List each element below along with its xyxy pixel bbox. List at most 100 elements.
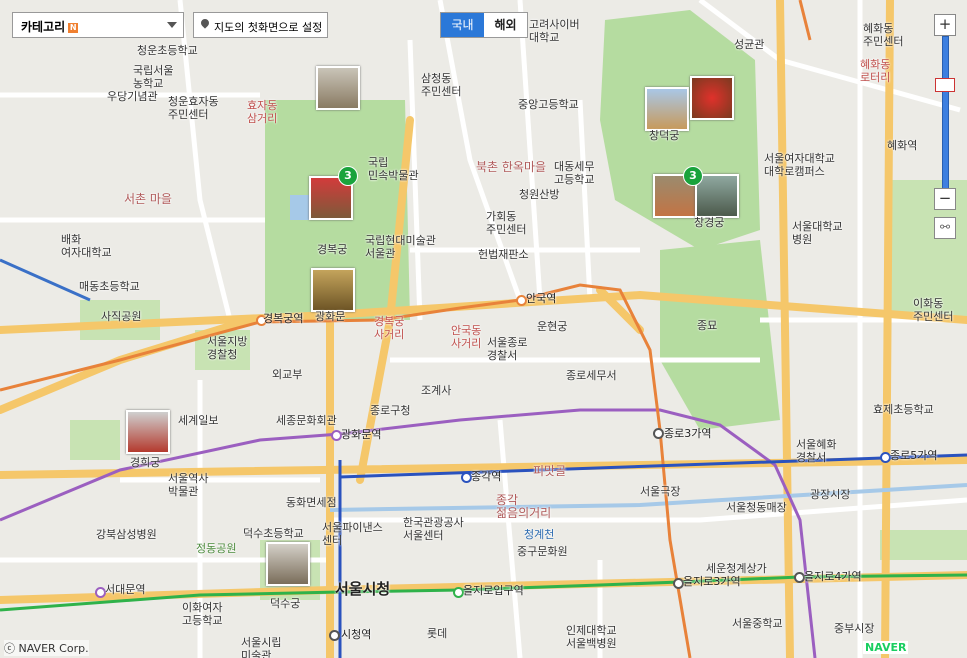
photo-marker-gyeonghuigung[interactable] <box>126 410 170 454</box>
place-label[interactable]: 서울지방 경찰청 <box>207 335 247 361</box>
place-label[interactable]: 청운효자동 주민센터 <box>168 95 219 121</box>
place-label[interactable]: 이화동 주민센터 <box>913 297 953 323</box>
photo-marker-gwanghwamun[interactable] <box>311 268 355 312</box>
place-label[interactable]: 사직공원 <box>101 310 141 323</box>
place-label[interactable]: 서대문역 <box>105 583 145 596</box>
place-label[interactable]: 동화면세점 <box>286 496 337 509</box>
place-label[interactable]: 우당기념관 <box>107 90 158 103</box>
place-label[interactable]: 국립현대미술관 서울관 <box>365 234 436 260</box>
place-label[interactable]: 매동초등학교 <box>79 280 140 293</box>
place-label[interactable]: 서울극장 <box>640 485 680 498</box>
place-label[interactable]: 덕수초등학교 <box>243 527 304 540</box>
station-label[interactable]: 종로3가역 <box>664 427 711 440</box>
place-label[interactable]: 롯데 <box>427 627 447 640</box>
place-label[interactable]: 외교부 <box>272 368 302 381</box>
place-label[interactable]: 성균관 <box>734 38 764 51</box>
station-label[interactable]: 안국역 <box>526 292 556 305</box>
station-label[interactable]: 종각역 <box>471 470 501 483</box>
cluster-count-badge[interactable]: 3 <box>683 166 703 186</box>
place-label[interactable]: 광장시장 <box>810 488 850 501</box>
photo-marker-changdeokgung[interactable] <box>645 87 689 131</box>
region-tabs: 국내 해외 <box>440 12 528 38</box>
station-marker[interactable] <box>329 630 340 641</box>
place-label[interactable]: 덕수궁 <box>270 597 300 610</box>
photo-marker-deoksugung[interactable] <box>266 542 310 586</box>
station-label[interactable]: 경복궁역 <box>263 312 303 325</box>
place-label[interactable]: 청원산방 <box>519 188 559 201</box>
place-label[interactable]: 삼청동 주민센터 <box>421 72 461 98</box>
station-label[interactable]: 광화문역 <box>341 428 381 441</box>
place-label[interactable]: 창경궁 <box>694 216 724 229</box>
place-label[interactable]: 헌법재판소 <box>478 248 529 261</box>
place-label[interactable]: 국립서울 농학교 <box>133 64 173 90</box>
station-label[interactable]: 을지로4가역 <box>804 570 862 583</box>
place-label[interactable]: 정동공원 <box>196 542 236 555</box>
category-dropdown[interactable]: 카테고리 N <box>12 12 184 38</box>
place-label[interactable]: 종로세무서 <box>566 369 617 382</box>
place-label[interactable]: 운현궁 <box>537 320 567 333</box>
place-label[interactable]: 창덕궁 <box>649 129 679 142</box>
place-label[interactable]: 중부시장 <box>834 622 874 635</box>
place-label[interactable]: 종로구청 <box>370 404 410 417</box>
place-label[interactable]: 대동세무 고등학교 <box>554 160 594 186</box>
place-label[interactable]: 서울시립 미술관 <box>241 636 281 658</box>
copyright-text: ⓒ NAVER Corp. <box>4 640 89 656</box>
place-label[interactable]: 배화 여자대학교 <box>61 233 112 259</box>
area-label: 서촌 마을 <box>124 192 172 206</box>
station-label[interactable]: 종로5가역 <box>890 449 937 462</box>
photo-marker-flower[interactable] <box>690 76 734 120</box>
place-label[interactable]: 서울중학교 <box>732 617 783 630</box>
set-initial-view-button[interactable]: 지도의 첫화면으로 설정 <box>193 12 328 38</box>
place-label[interactable]: 혜화역 <box>887 139 917 152</box>
place-label[interactable]: 서울여자대학교 대학로캠퍼스 <box>764 152 835 178</box>
cluster-count-badge[interactable]: 3 <box>338 166 358 186</box>
place-label[interactable]: 서울청동매장 <box>726 501 787 514</box>
map-canvas[interactable]: 3 3 경복궁 창덕궁 창경궁 광화문 종묘 경희궁 덕수궁 국립 민속박물관 … <box>0 0 967 658</box>
place-label[interactable]: 청운초등학교 <box>137 44 198 57</box>
place-label[interactable]: 중앙고등학교 <box>518 98 579 111</box>
place-label[interactable]: 종묘 <box>697 319 717 332</box>
place-label[interactable]: 경희궁 <box>130 456 160 469</box>
place-label[interactable]: 서울대학교 병원 <box>792 220 843 246</box>
tab-overseas[interactable]: 해외 <box>484 13 527 37</box>
place-label: 안국동 사거리 <box>451 324 482 350</box>
place-label[interactable]: 서울역사 박물관 <box>168 472 208 498</box>
place-label[interactable]: 강북삼성병원 <box>96 528 157 541</box>
zoom-slider-track[interactable] <box>942 36 949 198</box>
place-label[interactable]: 서울종로 경찰서 <box>487 336 527 362</box>
zoom-slider-handle[interactable] <box>935 78 955 92</box>
station-label[interactable]: 을지로3가역 <box>683 575 741 588</box>
place-label: 경복궁 사거리 <box>374 315 405 341</box>
place-label[interactable]: 이화여자 고등학교 <box>182 601 222 627</box>
place-label[interactable]: 한국관광공사 서울센터 <box>403 516 464 542</box>
place-label[interactable]: 가회동 주민센터 <box>486 210 526 236</box>
place-label[interactable]: 고려사이버 대학교 <box>529 18 580 44</box>
set-initial-view-label: 지도의 첫화면으로 설정 <box>214 21 323 34</box>
stream-label: 청계천 <box>524 528 555 541</box>
station-label[interactable]: 시청역 <box>341 628 371 641</box>
naver-logo[interactable]: NAVER <box>863 641 909 654</box>
place-label: 혜화동 로터리 <box>860 58 891 84</box>
place-label[interactable]: 국립 민속박물관 <box>368 156 419 182</box>
place-label[interactable]: 세종문화회관 <box>276 414 337 427</box>
photo-marker-gyeongbokgung-hall[interactable] <box>316 66 360 110</box>
place-label[interactable]: 서울혜화 경찰서 <box>796 438 836 464</box>
place-label[interactable]: 세계일보 <box>178 414 218 427</box>
zoom-in-button[interactable]: + <box>934 14 956 36</box>
place-label[interactable]: 인제대학교 서울백병원 <box>566 624 617 650</box>
station-marker[interactable] <box>653 428 664 439</box>
place-label[interactable]: 효제초등학교 <box>873 403 934 416</box>
station-label[interactable]: 을지로입구역 <box>463 584 524 597</box>
place-label[interactable]: 세운청계상가 <box>706 562 767 575</box>
place-label[interactable]: 서울시청 <box>335 582 390 597</box>
place-label[interactable]: 서울파이낸스 센터 <box>322 521 383 547</box>
place-label[interactable]: 조계사 <box>421 384 451 397</box>
place-label[interactable]: 혜화동 주민센터 <box>863 22 903 48</box>
zoom-out-button[interactable]: − <box>934 188 956 210</box>
tab-domestic[interactable]: 국내 <box>441 13 484 37</box>
category-label: 카테고리 <box>21 20 66 34</box>
link-icon[interactable]: ⚯ <box>934 217 956 239</box>
place-label[interactable]: 경복궁 <box>317 243 347 256</box>
place-label[interactable]: 중구문화원 <box>517 545 568 558</box>
place-label[interactable]: 광화문 <box>315 310 345 323</box>
